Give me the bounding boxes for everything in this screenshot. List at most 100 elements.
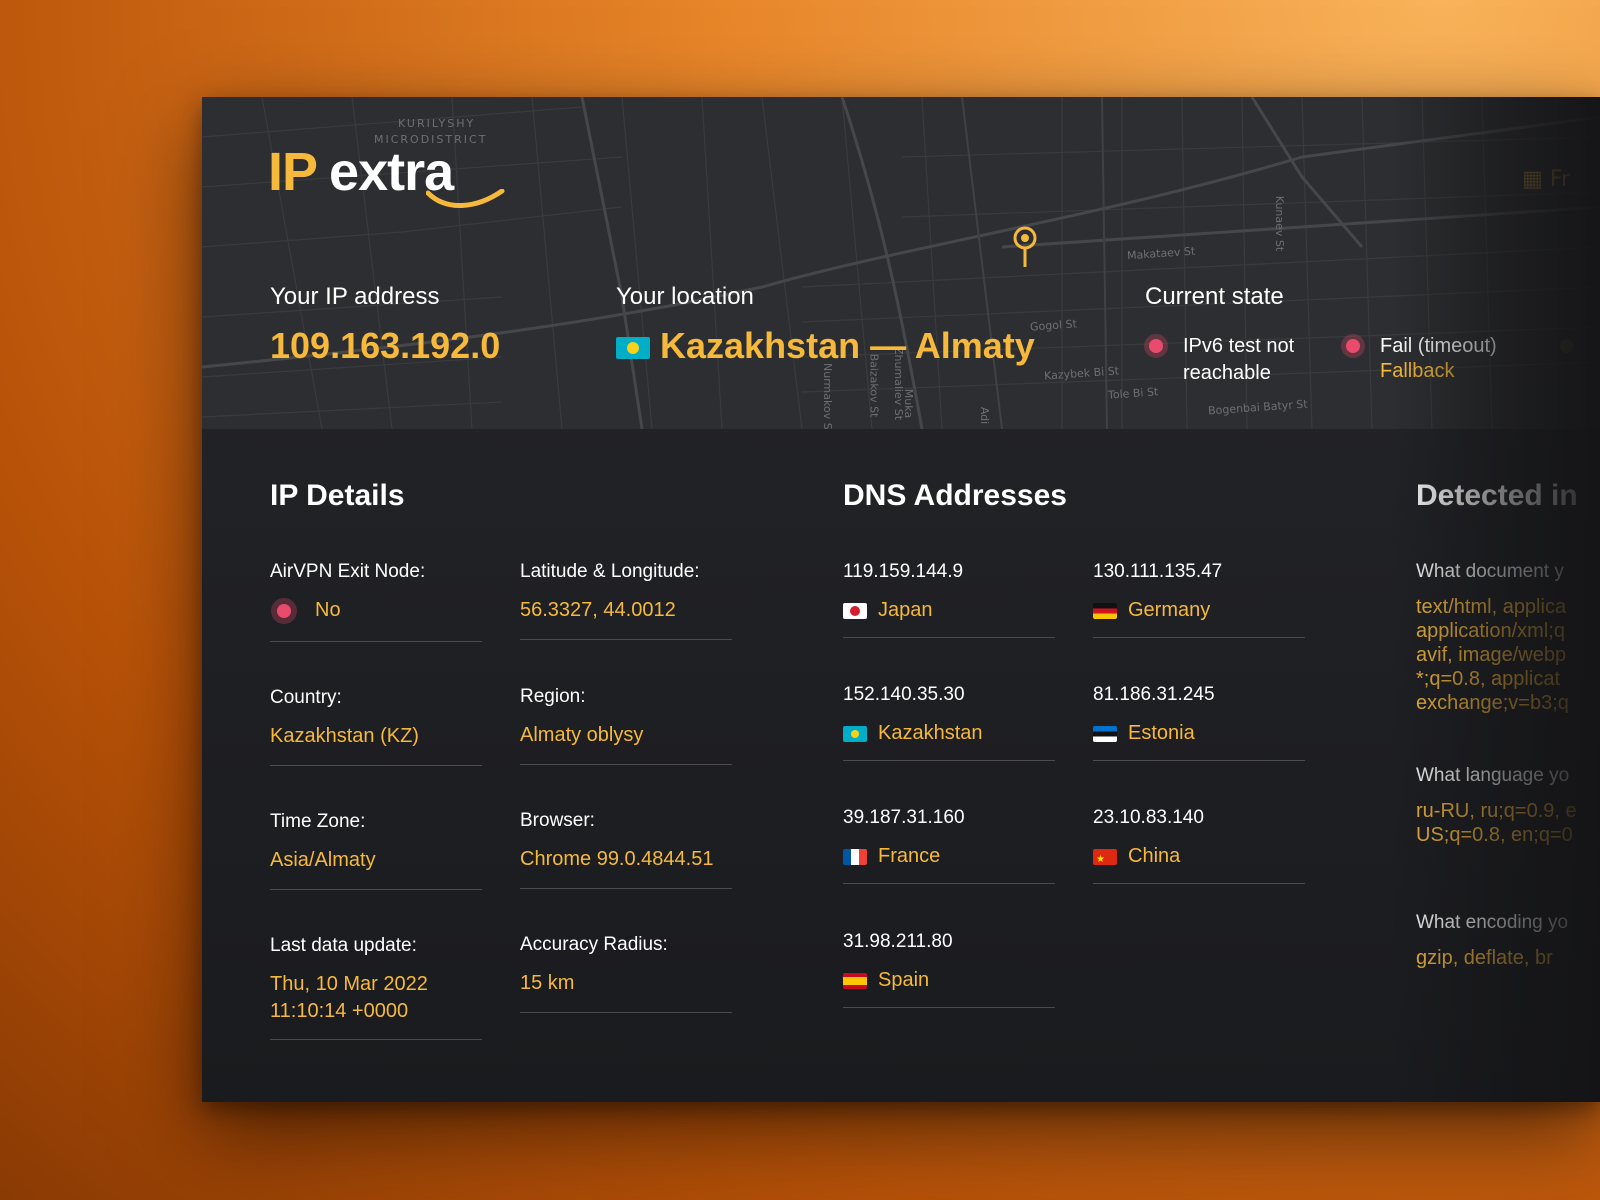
- country-name: Spain: [878, 969, 930, 991]
- germany-flag-icon: [1093, 602, 1117, 619]
- detected-encoding: What encoding yo gzip, deflate, br: [1416, 912, 1600, 970]
- field-label: Country:: [270, 687, 342, 708]
- france-flag-icon: [843, 848, 867, 865]
- calendar-icon[interactable]: ▦ Fr: [1522, 167, 1570, 192]
- dns-addresses-title: DNS Addresses: [843, 479, 1067, 512]
- status-dot-icon: [277, 603, 291, 618]
- detected-value: gzip, deflate, br: [1416, 947, 1553, 969]
- calendar-label: Fr: [1549, 167, 1570, 192]
- detected-document: What document y text/html, applica appli…: [1416, 561, 1600, 715]
- field-label: Last data update:: [270, 935, 417, 956]
- dns-ip: 39.187.31.160: [843, 807, 965, 828]
- field-value: 56.3327, 44.0012: [520, 599, 676, 621]
- field-value: 15 km: [520, 972, 575, 994]
- dns-ip: 31.98.211.80: [843, 931, 953, 952]
- state-fail-text: Fail (timeout): [1380, 335, 1497, 357]
- dns-ip: 81.186.31.245: [1093, 684, 1215, 705]
- state-fail: Fail (timeout) Fallback: [1346, 333, 1497, 383]
- field-label: Browser:: [520, 810, 595, 831]
- field-label: Latitude & Longitude:: [520, 561, 700, 582]
- field-value: Thu, 10 Mar 2022: [270, 973, 428, 995]
- country-name: France: [878, 845, 941, 867]
- ip-address-label: Your IP address: [270, 283, 440, 310]
- dns-entry: 31.98.211.80 Spain: [843, 931, 1055, 1008]
- country-name: Estonia: [1128, 722, 1195, 744]
- field-browser: Browser: Chrome 99.0.4844.51: [520, 810, 732, 889]
- airvpn-value: No: [315, 599, 341, 621]
- map-header: KURILYSHY MICRODISTRICT Makataev St Gogo…: [202, 97, 1600, 429]
- status-dot-icon: [1346, 339, 1360, 353]
- dns-entry: 81.186.31.245 Estonia: [1093, 684, 1305, 761]
- detected-value: text/html, applica application/xml;q avi…: [1416, 596, 1569, 714]
- field-value: Asia/Almaty: [270, 849, 376, 871]
- field-label: Time Zone:: [270, 811, 366, 832]
- map-label-district-1: KURILYSHY: [398, 117, 476, 130]
- spain-flag-icon: [843, 972, 867, 989]
- china-flag-icon: [1093, 848, 1117, 865]
- dns-entry: 39.187.31.160 France: [843, 807, 1055, 884]
- dns-ip: 119.159.144.9: [843, 561, 964, 582]
- field-value: No: [270, 597, 482, 624]
- app-window: KURILYSHY MICRODISTRICT Makataev St Gogo…: [202, 97, 1600, 1102]
- field-region: Region: Almaty oblysy: [520, 686, 732, 765]
- country-name: Kazakhstan: [878, 722, 983, 744]
- dns-country: Germany: [1093, 597, 1305, 624]
- japan-flag-icon: [843, 602, 867, 619]
- status-dot-icon: [1149, 339, 1163, 353]
- ip-address-value: 109.163.192.0: [270, 325, 501, 366]
- field-value: 11:10:14 +0000: [270, 1000, 409, 1022]
- detected-title: Detected in: [1416, 479, 1578, 512]
- dns-entry: 23.10.83.140 China: [1093, 807, 1305, 884]
- dns-country: China: [1093, 843, 1305, 870]
- dns-country: Kazakhstan: [843, 720, 1055, 747]
- dns-entry: 119.159.144.9 Japan: [843, 561, 1055, 638]
- dns-country: Estonia: [1093, 720, 1305, 747]
- location-value: Kazakhstan — Almaty: [616, 325, 1035, 367]
- dns-ip: 23.10.83.140: [1093, 807, 1204, 828]
- dns-country: France: [843, 843, 1055, 870]
- dns-country: Spain: [843, 967, 1055, 994]
- dns-ip: 130.111.135.47: [1093, 561, 1223, 582]
- state-ipv6: IPv6 test not reachable: [1149, 333, 1329, 387]
- field-lat-long: Latitude & Longitude: 56.3327, 44.0012: [520, 561, 732, 640]
- field-value: Kazakhstan (KZ): [270, 725, 419, 747]
- detected-label: What encoding yo: [1416, 912, 1569, 933]
- field-label: Accuracy Radius:: [520, 934, 668, 955]
- field-airvpn-exit-node: AirVPN Exit Node: No: [270, 561, 482, 642]
- detected-label: What document y: [1416, 561, 1564, 582]
- state-fail-sub: Fallback: [1380, 360, 1455, 382]
- state-ipv6-text: IPv6 test not reachable: [1183, 335, 1295, 384]
- detected-value: ru-RU, ru;q=0.9, e US;q=0.8, en;q=0: [1416, 800, 1577, 846]
- estonia-flag-icon: [1093, 725, 1117, 742]
- field-value: Almaty oblysy: [520, 724, 644, 746]
- country-name: China: [1128, 845, 1181, 867]
- location-label: Your location: [616, 283, 754, 310]
- map-label-street: Kunaev St: [1273, 195, 1287, 252]
- dns-ip: 152.140.35.30: [843, 684, 965, 705]
- dns-entry: 152.140.35.30 Kazakhstan: [843, 684, 1055, 761]
- current-state-label: Current state: [1145, 283, 1284, 310]
- country-name: Japan: [878, 599, 933, 621]
- field-label: AirVPN Exit Node:: [270, 561, 426, 582]
- field-last-data-update: Last data update: Thu, 10 Mar 2022 11:10…: [270, 935, 482, 1040]
- location-pin-icon: [1013, 226, 1037, 267]
- map-label-street: Adi: [978, 406, 992, 425]
- kazakhstan-flag-icon: [843, 725, 867, 742]
- country-name: Germany: [1128, 599, 1211, 621]
- location-text: Kazakhstan — Almaty: [660, 325, 1035, 366]
- field-accuracy-radius: Accuracy Radius: 15 km: [520, 934, 732, 1013]
- ip-details-title: IP Details: [270, 479, 405, 512]
- field-time-zone: Time Zone: Asia/Almaty: [270, 811, 482, 890]
- dns-entry: 130.111.135.47 Germany: [1093, 561, 1305, 638]
- map-label-street: Muka: [902, 388, 916, 419]
- logo-swoosh-icon: [426, 189, 505, 208]
- field-value: Chrome 99.0.4844.51: [520, 848, 714, 870]
- status-dot-icon: [1560, 339, 1574, 353]
- logo-ip: IP: [268, 142, 318, 202]
- detected-label: What language yo: [1416, 765, 1570, 786]
- field-label: Region:: [520, 686, 586, 707]
- detected-language: What language yo ru-RU, ru;q=0.9, e US;q…: [1416, 765, 1600, 847]
- dns-country: Japan: [843, 597, 1055, 624]
- kazakhstan-flag-icon: [616, 337, 650, 360]
- map-label-street: Nurmakov St: [821, 363, 834, 429]
